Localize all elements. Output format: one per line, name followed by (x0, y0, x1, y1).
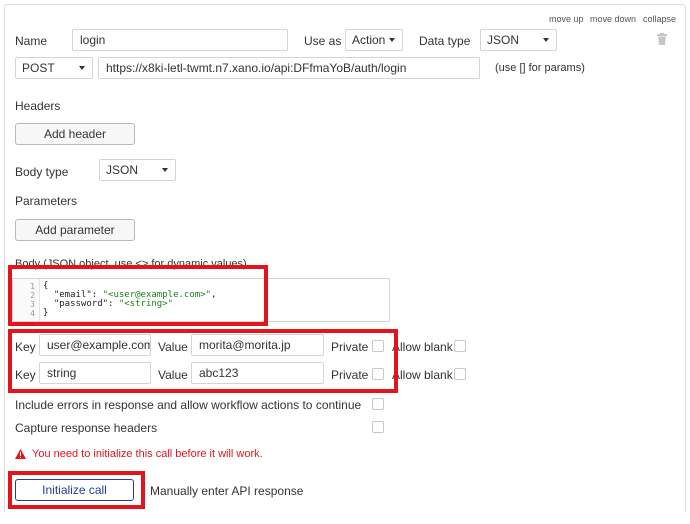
move-down-link[interactable]: move down (590, 14, 636, 24)
allow-blank-checkbox[interactable] (454, 340, 466, 352)
allow-blank-label: Allow blank (392, 368, 453, 382)
data-type-label: Data type (419, 34, 471, 48)
highlight-initialize-button (8, 471, 145, 509)
method-select[interactable]: POST (15, 57, 93, 79)
use-as-label: Use as (304, 34, 342, 48)
highlight-body-editor (8, 265, 268, 326)
name-input[interactable]: login (72, 29, 288, 51)
initialize-warning: You need to initialize this call before … (32, 448, 263, 460)
add-header-button[interactable]: Add header (15, 123, 135, 145)
method-value: POST (22, 61, 55, 75)
highlight-dynamic-values (8, 329, 398, 393)
include-errors-checkbox[interactable] (372, 398, 384, 410)
body-type-label: Body type (15, 165, 69, 179)
url-input[interactable]: https://x8ki-letl-twmt.n7.xano.io/api:DF… (98, 57, 480, 79)
allow-blank-checkbox[interactable] (454, 368, 466, 380)
parameters-title: Parameters (15, 194, 78, 208)
name-label: Name (15, 34, 48, 48)
body-type-value: JSON (106, 163, 139, 177)
allow-blank-label: Allow blank (392, 340, 453, 354)
add-parameter-button[interactable]: Add parameter (15, 219, 135, 241)
params-hint: (use [] for params) (495, 62, 585, 74)
warning-icon (15, 449, 26, 459)
chevron-down-icon (79, 66, 85, 70)
capture-headers-label: Capture response headers (15, 421, 158, 435)
move-up-link[interactable]: move up (549, 14, 584, 24)
capture-headers-checkbox[interactable] (372, 421, 384, 433)
include-errors-label: Include errors in response and allow wor… (15, 398, 362, 412)
data-type-value: JSON (487, 33, 520, 47)
trash-icon[interactable] (657, 33, 667, 45)
headers-title: Headers (15, 99, 61, 113)
collapse-link[interactable]: collapse (643, 14, 676, 24)
chevron-down-icon (162, 168, 168, 172)
body-type-select[interactable]: JSON (99, 159, 176, 181)
chevron-down-icon (543, 38, 549, 42)
chevron-down-icon (389, 38, 395, 42)
data-type-select[interactable]: JSON (480, 29, 557, 51)
use-as-select[interactable]: Action (345, 29, 403, 51)
manual-response-link[interactable]: Manually enter API response (150, 484, 303, 498)
use-as-value: Action (352, 33, 386, 47)
